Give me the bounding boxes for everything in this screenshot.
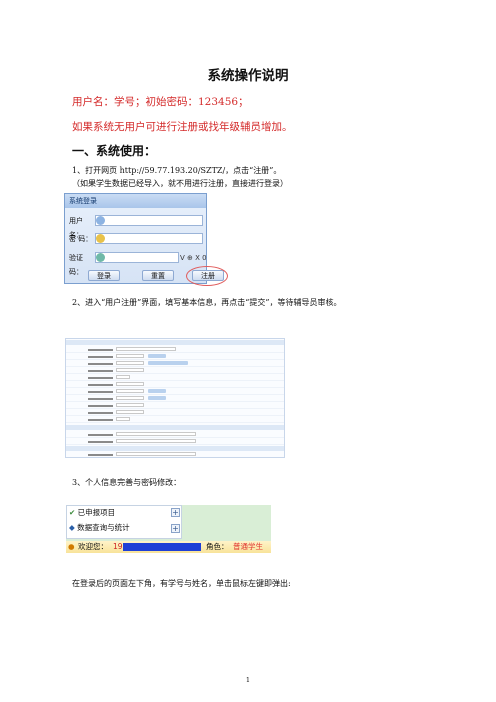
role-value: 普通学生 [233,542,263,551]
password-field[interactable] [95,233,203,244]
captcha-image[interactable]: V ⊕ X 0 [180,251,207,265]
registration-form-screenshot [65,338,285,458]
shield-icon [96,253,105,262]
password-row: 密 码： [69,232,205,246]
register-highlight-circle [186,266,228,286]
step1-note: （如果学生数据已经导入，就不用进行注册，直接进行登录） [72,179,288,188]
user-icon: ● [68,542,75,551]
credentials-line: 用户名：学号；初始密码：123456； [72,96,249,108]
check-icon: ✔ [69,508,78,517]
student-id-prefix: 19 [113,542,123,551]
doc-title: 系统操作说明 [207,68,289,84]
welcome-label: 欢迎您： [78,542,108,551]
menu-panel: ✔ 已申报项目 + ◆ 数据查询与统计 + [66,505,182,539]
login-panel: 系统登录 用户名： 密 码： 验证码： V ⊕ X 0 登录 重置 注册 [64,193,228,286]
redacted-user-info [123,543,201,551]
expand-icon[interactable]: + [171,524,180,533]
role-label: 角色： [206,542,229,551]
menu-item-query[interactable]: ◆ 数据查询与统计 [69,522,130,533]
step1-text: 1、打开网页 http://59.77.193.20/SZTZ/，点击“注册”。 [72,166,282,175]
page-number: 1 [245,676,251,684]
step2-text: 2、进入“用户注册”界面，填写基本信息，再点击“提交”，等待辅导员审核。 [72,298,342,307]
chart-icon: ◆ [69,523,78,532]
login-button[interactable]: 登录 [88,270,120,281]
menu-screenshot: ✔ 已申报项目 + ◆ 数据查询与统计 + ● 欢迎您： 19 角色： 普通学生 [66,505,271,553]
password-label: 密 码： [69,235,93,243]
user-status-bar[interactable]: ● 欢迎您： 19 角色： 普通学生 [66,541,271,553]
expand-icon[interactable]: + [171,508,180,517]
user-icon [96,216,105,225]
register-hint-line: 如果系统无用户可进行注册或找年级辅员增加。 [72,121,293,133]
step3-text: 3、个人信息完善与密码修改： [72,478,182,487]
login-title: 系统登录 [65,194,206,208]
captcha-field[interactable] [95,252,179,263]
section-heading: 一、系统使用： [72,144,157,158]
captcha-row: 验证码： V ⊕ X 0 [69,251,207,276]
step4-text: 在登录后的页面左下角，有学号与姓名，单击鼠标左键即弹出: [72,579,291,588]
key-icon [96,234,105,243]
reset-button[interactable]: 重置 [142,270,174,281]
menu-item-declared[interactable]: ✔ 已申报项目 [69,507,115,518]
username-row: 用户名： [69,214,205,239]
username-field[interactable] [95,215,203,226]
